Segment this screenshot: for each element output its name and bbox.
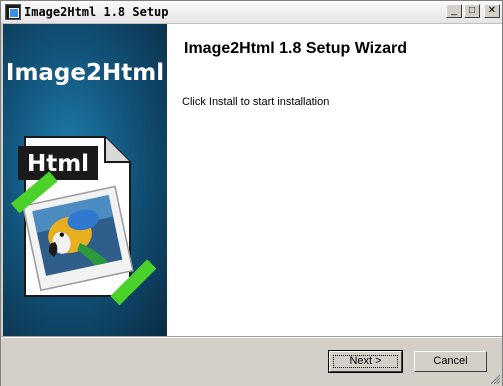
title-bar[interactable]: Image2Html 1.8 Setup _ □ ✕ <box>1 1 502 24</box>
wizard-heading: Image2Html 1.8 Setup Wizard <box>184 40 408 57</box>
install-instruction: Click Install to start installation <box>182 96 330 108</box>
html-badge-text: Html <box>27 151 89 177</box>
sidebar-banner: Image2Html Html <box>3 24 167 336</box>
close-button[interactable]: ✕ <box>484 4 500 18</box>
next-button[interactable]: Next > <box>328 350 403 373</box>
resize-grip-icon[interactable] <box>489 373 501 385</box>
next-button-label: Next > <box>349 355 382 367</box>
setup-window: Image2Html 1.8 Setup _ □ ✕ Image2Html Ht… <box>0 0 503 386</box>
app-setup-icon[interactable] <box>5 4 21 20</box>
maximize-button[interactable]: □ <box>464 4 480 18</box>
window-title: Image2Html 1.8 Setup <box>24 5 169 19</box>
button-bar: Next > Cancel <box>1 336 502 386</box>
wizard-content: Image2Html 1.8 Setup Wizard Click Instal… <box>167 24 502 336</box>
cancel-button[interactable]: Cancel <box>414 351 487 372</box>
minimize-button[interactable]: _ <box>446 4 462 18</box>
html-document-icon: Html <box>10 136 157 306</box>
